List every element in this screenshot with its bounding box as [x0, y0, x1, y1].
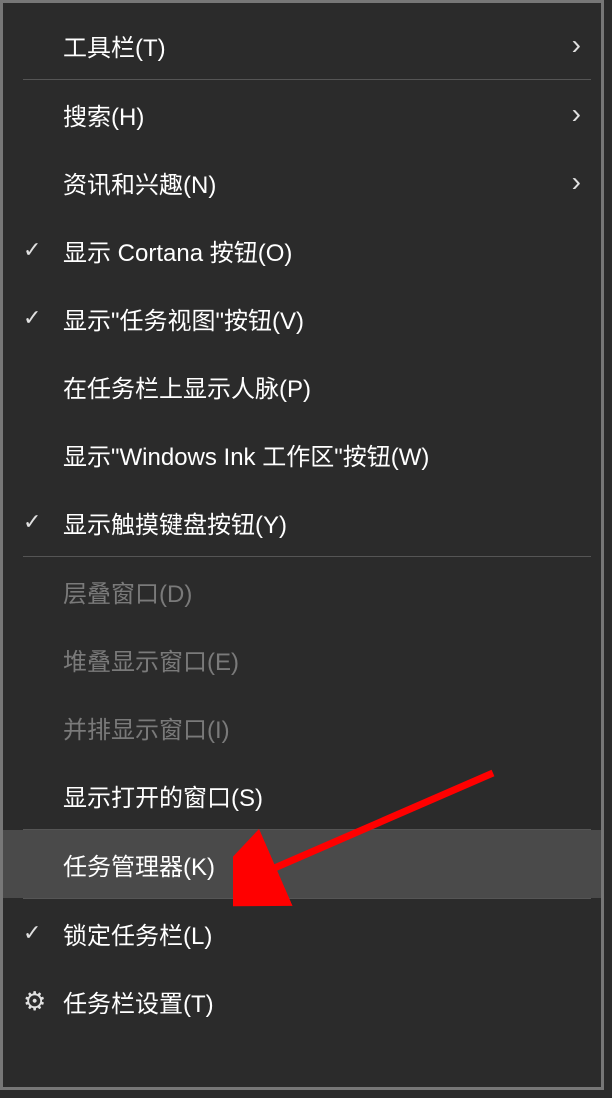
menu-item-sidebyside: 并排显示窗口(I) [3, 693, 601, 761]
taskbar-context-menu: 工具栏(T) › 搜索(H) › 资讯和兴趣(N) › ✓ 显示 Cortana… [0, 0, 604, 1090]
menu-item-people[interactable]: 在任务栏上显示人脉(P) [3, 352, 601, 420]
menu-item-label: 显示"Windows Ink 工作区"按钮(W) [63, 437, 581, 472]
menu-item-label: 并排显示窗口(I) [63, 710, 581, 745]
menu-item-show-open[interactable]: 显示打开的窗口(S) [3, 761, 601, 829]
icon-slot: ⚙ [23, 986, 63, 1017]
menu-item-label: 在任务栏上显示人脉(P) [63, 369, 581, 404]
menu-item-label: 资讯和兴趣(N) [63, 165, 572, 200]
menu-item-stacked: 堆叠显示窗口(E) [3, 625, 601, 693]
check-slot: ✓ [23, 509, 63, 535]
menu-item-label: 工具栏(T) [63, 28, 572, 63]
menu-item-label: 锁定任务栏(L) [63, 916, 581, 951]
chevron-right-icon: › [572, 29, 581, 61]
check-slot: ✓ [23, 920, 63, 946]
menu-item-news[interactable]: 资讯和兴趣(N) › [3, 148, 601, 216]
check-icon: ✓ [23, 509, 41, 535]
menu-item-label: 堆叠显示窗口(E) [63, 642, 581, 677]
gear-icon: ⚙ [23, 986, 46, 1017]
check-icon: ✓ [23, 920, 41, 946]
menu-item-label: 显示触摸键盘按钮(Y) [63, 505, 581, 540]
chevron-right-icon: › [572, 98, 581, 130]
menu-item-cascade: 层叠窗口(D) [3, 557, 601, 625]
menu-item-label: 搜索(H) [63, 97, 572, 132]
menu-item-toolbars[interactable]: 工具栏(T) › [3, 11, 601, 79]
menu-item-label: 层叠窗口(D) [63, 574, 581, 609]
menu-item-ink[interactable]: 显示"Windows Ink 工作区"按钮(W) [3, 420, 601, 488]
menu-item-lock-taskbar[interactable]: ✓ 锁定任务栏(L) [3, 899, 601, 967]
check-slot: ✓ [23, 305, 63, 331]
check-icon: ✓ [23, 305, 41, 331]
menu-item-search[interactable]: 搜索(H) › [3, 80, 601, 148]
menu-item-label: 显示 Cortana 按钮(O) [63, 233, 581, 268]
menu-item-cortana[interactable]: ✓ 显示 Cortana 按钮(O) [3, 216, 601, 284]
menu-item-label: 显示"任务视图"按钮(V) [63, 301, 581, 336]
check-icon: ✓ [23, 237, 41, 263]
menu-item-touch-keyboard[interactable]: ✓ 显示触摸键盘按钮(Y) [3, 488, 601, 556]
chevron-right-icon: › [572, 166, 581, 198]
menu-item-label: 显示打开的窗口(S) [63, 778, 581, 813]
menu-item-taskbar-settings[interactable]: ⚙ 任务栏设置(T) [3, 967, 601, 1035]
menu-item-task-manager[interactable]: 任务管理器(K) [3, 830, 601, 898]
menu-item-label: 任务栏设置(T) [63, 984, 581, 1019]
menu-item-taskview[interactable]: ✓ 显示"任务视图"按钮(V) [3, 284, 601, 352]
menu-item-label: 任务管理器(K) [63, 847, 581, 882]
check-slot: ✓ [23, 237, 63, 263]
